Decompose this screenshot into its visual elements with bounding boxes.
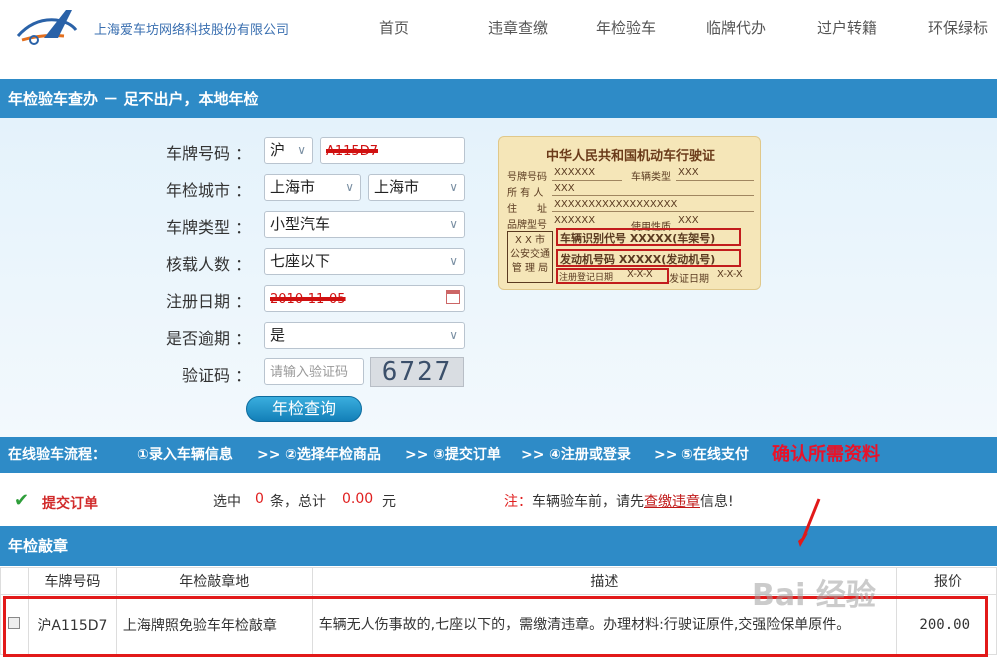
overdue-select[interactable]: 是 (264, 322, 465, 349)
reg-date-value: 2010-11-05 (270, 292, 346, 307)
logo-icon[interactable] (14, 6, 84, 50)
process-bar: 在线验车流程： ①录入车辆信息 >> ②选择年检商品 >> ③提交订单 >> ④… (0, 437, 997, 473)
province-select[interactable]: 上海市 (264, 174, 361, 201)
process-highlight: 确认所需资料 (772, 444, 880, 465)
row-price: 200.00 (895, 594, 997, 655)
seats-label: 核载人数 ： (166, 255, 252, 274)
row-checkbox[interactable] (8, 616, 21, 629)
card-reg-label: 注册登记日期 (559, 273, 614, 283)
license-card-image: 中华人民共和国机动车行驶证 号牌号码 XXXXXX 车辆类型 XXX 所 有 人… (498, 136, 761, 290)
selected-prefix: 选中 (213, 494, 241, 510)
plate-label: 车牌号码 ： (166, 144, 252, 163)
row-select-cell (0, 594, 29, 655)
inspection-query-button[interactable]: 年检查询 (246, 396, 362, 422)
nav-green-label[interactable]: 环保绿标 (928, 17, 988, 38)
card-stamp: X X 市 公安交通 管 理 局 (510, 235, 550, 274)
nav-home[interactable]: 首页 (379, 17, 409, 38)
captcha-placeholder: 请输入验证码 (270, 365, 349, 380)
section-title-bar: 年检验车查办 － 足不出户，本地年检 (0, 79, 997, 119)
reg-date-input[interactable]: 2010-11-05 (264, 285, 465, 312)
calendar-icon[interactable] (446, 290, 460, 304)
process-sep-1: >> (257, 447, 281, 463)
notice-text: 车辆验车前，请先 (532, 494, 644, 510)
card-issue-value: X-X-X (717, 269, 743, 280)
nav-temp-plate[interactable]: 临牌代办 (706, 17, 766, 38)
card-plate-label: 号牌号码 (507, 172, 547, 183)
col-place: 年检敲章地 (115, 567, 313, 595)
col-price: 报价 (895, 567, 997, 595)
annotation-arrow-icon (798, 498, 821, 547)
card-owner-value: XXX (554, 183, 575, 194)
card-addr-label: 住 址 (507, 204, 547, 215)
nav-inspection[interactable]: 年检验车 (596, 17, 656, 38)
card-model-value: XXXXXX (554, 215, 596, 226)
nav-violations[interactable]: 违章查缴 (488, 17, 548, 38)
col-plate: 车牌号码 (27, 567, 117, 595)
selected-mid: 条，总计 (270, 494, 326, 510)
city-select[interactable]: 上海市 (368, 174, 465, 201)
card-model-label: 品牌型号 (507, 220, 547, 231)
row-place: 上海牌照免验车年检敲章 (115, 594, 313, 655)
plate-type-label: 车牌类型 ： (166, 218, 252, 237)
selected-count: 0 (255, 491, 264, 507)
site-header: 上海爱车坊网络科技股份有限公司 首页 违章查缴 年检验车 临牌代办 过户转籍 环… (0, 0, 997, 72)
captcha-label: 验证码 ： (182, 366, 252, 385)
brand-name[interactable]: 上海爱车坊网络科技股份有限公司 (94, 19, 289, 38)
process-sep-3: >> (521, 447, 545, 463)
city-label: 年检城市 ： (166, 181, 252, 200)
total-amount: 0.00 (342, 491, 374, 507)
process-label: 在线验车流程： (8, 447, 106, 463)
order-summary: ✔ 提交订单 选中 0 条，总计 0.00 元 注：车辆验车前，请先查缴违章信息… (0, 473, 997, 525)
violations-link[interactable]: 查缴违章 (644, 494, 700, 510)
plate-number-value: A115D7 (326, 144, 378, 159)
card-engine: 发动机号码 XXXXX(发动机号) (560, 253, 716, 266)
license-card-title: 中华人民共和国机动车行驶证 (545, 149, 715, 164)
reg-date-label: 注册日期 ： (166, 292, 252, 311)
stamp-section-bar: 年检敲章 (0, 526, 997, 566)
card-vin: 车辆识别代号 XXXXX(车架号) (560, 232, 716, 245)
plate-type-select[interactable]: 小型汽车 (264, 211, 465, 238)
watermark: Bai 经验 (752, 578, 876, 613)
process-step-4: ④注册或登录 (549, 447, 631, 463)
process-step-5: ⑤在线支付 (681, 447, 749, 463)
plate-number-input[interactable]: A115D7 (320, 137, 465, 164)
seats-select[interactable]: 七座以下 (264, 248, 465, 275)
card-plate-value: XXXXXX (554, 167, 596, 178)
check-icon: ✔ (14, 490, 30, 511)
process-sep-2: >> (405, 447, 429, 463)
card-addr-value: XXXXXXXXXXXXXXXXXX (554, 199, 678, 210)
nav-transfer[interactable]: 过户转籍 (817, 17, 877, 38)
process-step-2: ②选择年检商品 (285, 447, 381, 463)
card-use-value: XXX (678, 215, 699, 226)
card-reg-value: X-X-X (627, 269, 653, 280)
captcha-image[interactable]: 6727 (370, 357, 464, 387)
notice-label: 注： (504, 494, 532, 510)
captcha-input[interactable]: 请输入验证码 (264, 358, 364, 385)
submit-order-button[interactable]: 提交订单 (42, 493, 98, 513)
card-vtype-value: XXX (678, 167, 699, 178)
process-step-1: ①录入车辆信息 (137, 447, 233, 463)
process-step-3: ③提交订单 (433, 447, 501, 463)
notice: 注：车辆验车前，请先查缴违章信息! (504, 491, 734, 511)
currency-label: 元 (382, 494, 396, 510)
card-vtype-label: 车辆类型 (631, 172, 671, 183)
card-issue-label: 发证日期 (669, 274, 709, 285)
select-column (0, 567, 29, 595)
row-plate: 沪A115D7 (27, 594, 117, 655)
card-owner-label: 所 有 人 (507, 188, 544, 199)
process-sep-4: >> (654, 447, 678, 463)
plate-prefix-select[interactable]: 沪 (264, 137, 313, 164)
overdue-label: 是否逾期 ： (166, 329, 252, 348)
notice-suffix: 信息! (700, 494, 734, 510)
